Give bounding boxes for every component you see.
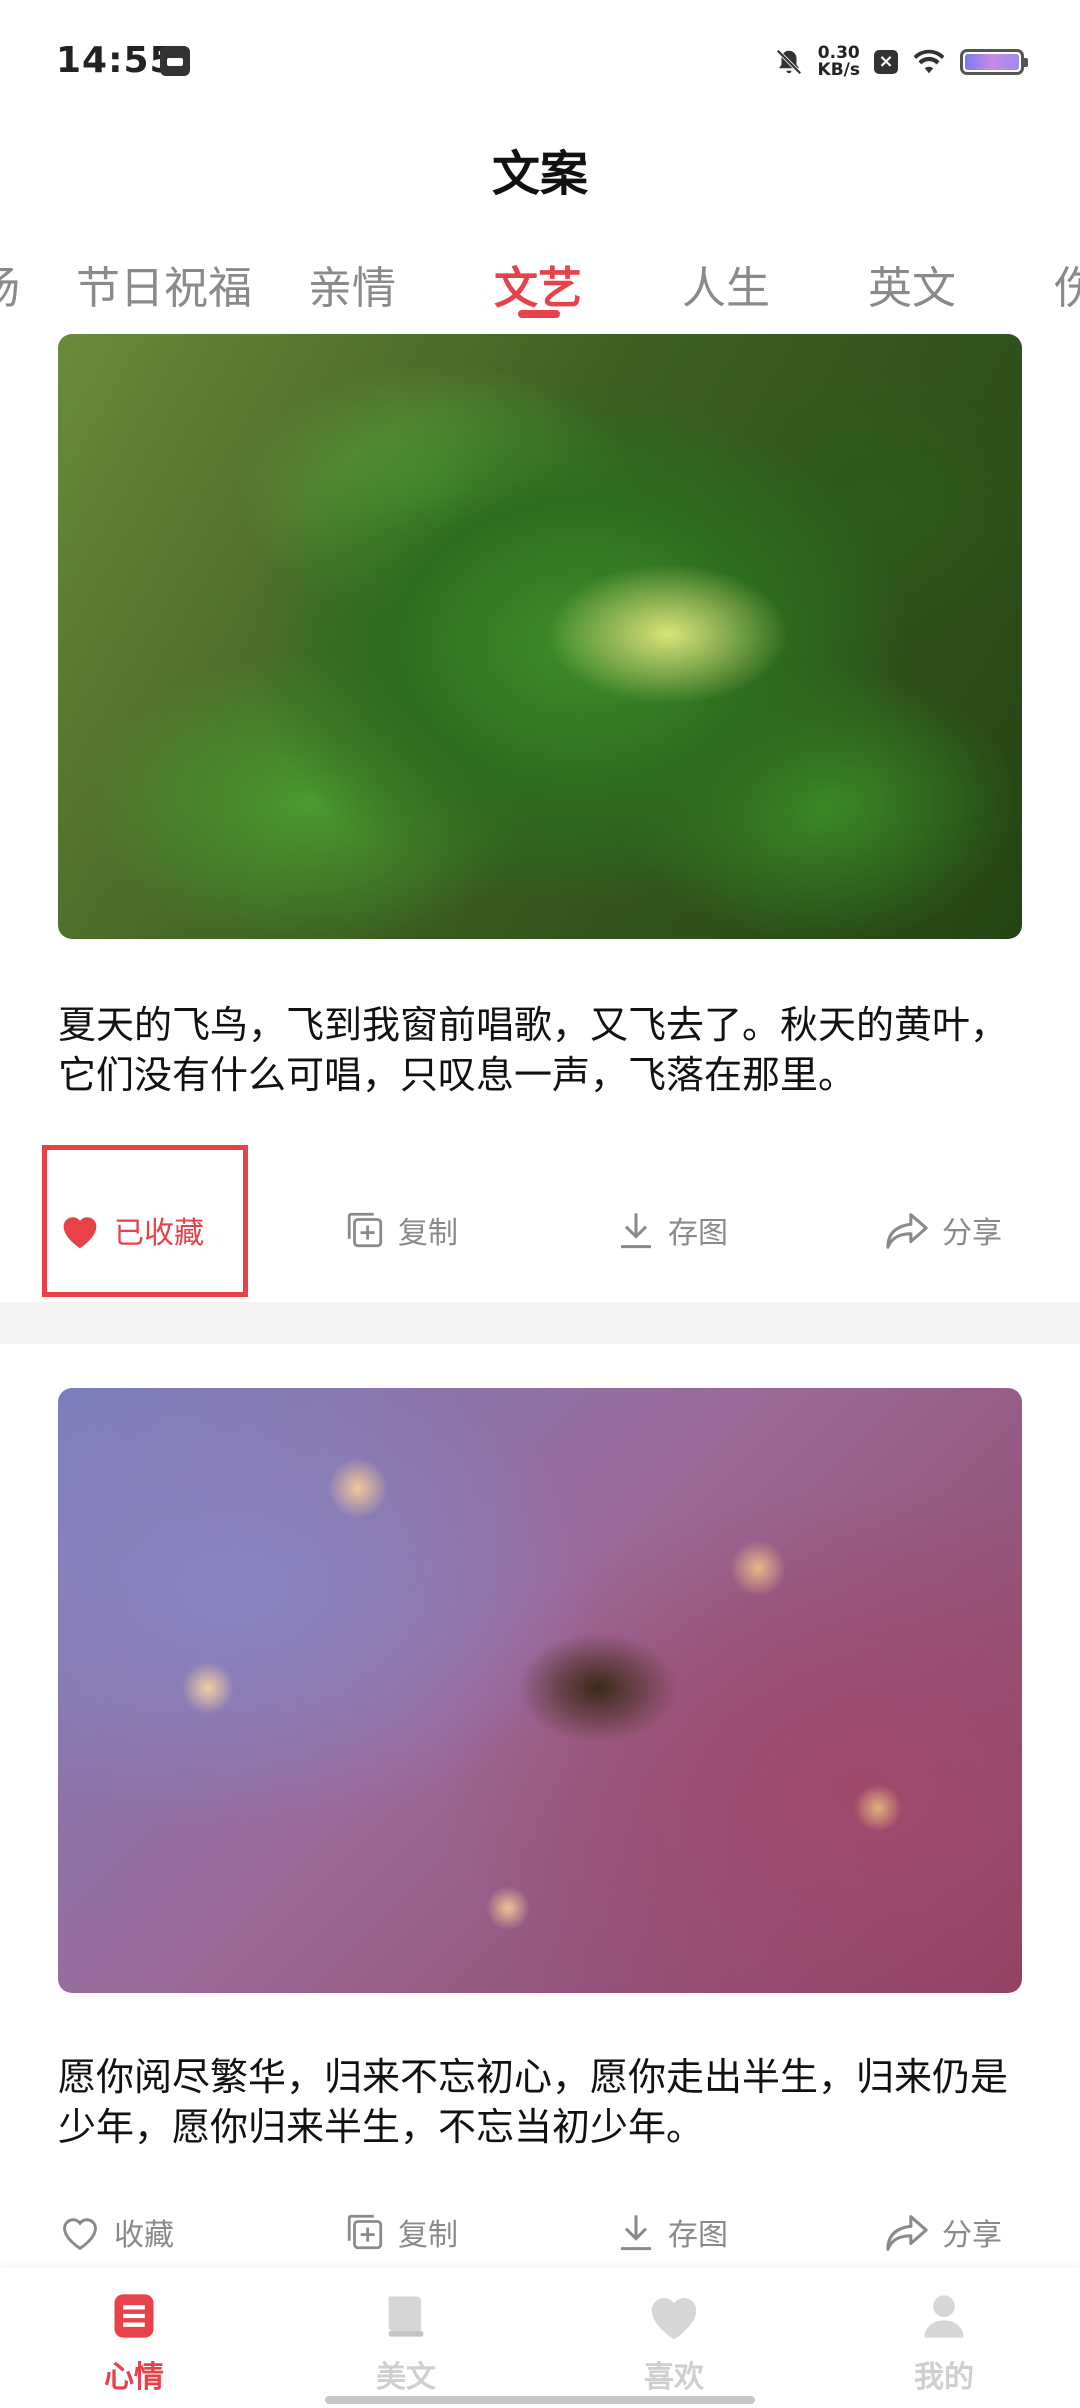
share-button[interactable]: 分享 <box>884 1208 1002 1252</box>
copy-label: 复制 <box>398 1216 458 1251</box>
book-icon <box>336 2290 476 2346</box>
share-arrow-icon <box>884 1210 930 1250</box>
copy-button[interactable]: 复制 <box>344 2210 458 2254</box>
list-icon <box>64 2290 204 2346</box>
sim-card-icon <box>160 46 190 76</box>
nav-essays[interactable]: 美文 <box>336 2290 476 2396</box>
status-icons: 0.30 KB/s × <box>774 42 1028 82</box>
page-title: 文案 <box>491 146 588 202</box>
share-label: 分享 <box>942 1216 1002 1251</box>
tab-life[interactable]: 人生 <box>682 252 770 316</box>
battery-level <box>965 54 1019 70</box>
share-button[interactable]: 分享 <box>884 2210 1002 2254</box>
favorite-label: 收藏 <box>114 2218 174 2253</box>
nav-label: 美文 <box>376 2360 436 2395</box>
notification-x-icon: × <box>874 50 898 74</box>
heart-filled-icon <box>58 1210 102 1250</box>
category-tabs: 扬 节日祝福 亲情 文艺 人生 英文 伤 <box>0 240 1080 320</box>
status-bar: 14:55 0.30 KB/s × <box>0 0 1080 120</box>
tab-partial-left[interactable]: 扬 <box>0 252 20 316</box>
nav-label: 心情 <box>104 2360 164 2395</box>
battery-icon <box>960 49 1028 75</box>
heart-outline-icon <box>58 2212 102 2252</box>
copy-icon <box>344 1209 386 1251</box>
tab-holiday-wishes[interactable]: 节日祝福 <box>76 252 252 316</box>
favorite-button[interactable]: 已收藏 <box>58 1208 204 1252</box>
nav-profile[interactable]: 我的 <box>874 2290 1014 2396</box>
tab-english[interactable]: 英文 <box>868 252 956 316</box>
tab-family[interactable]: 亲情 <box>308 252 396 316</box>
copy-button[interactable]: 复制 <box>344 1208 458 1252</box>
home-indicator[interactable] <box>325 2396 755 2404</box>
nav-label: 喜欢 <box>644 2360 704 2395</box>
favorite-label: 已收藏 <box>114 1216 204 1251</box>
card-quote-text: 愿你阅尽繁华，归来不忘初心，愿你走出半生，归来仍是少年，愿你归来半生，不忘当初少… <box>58 2055 1009 2149</box>
save-image-button[interactable]: 存图 <box>616 2210 728 2254</box>
tab-literary[interactable]: 文艺 <box>494 252 582 316</box>
card-image-nettle-plant[interactable] <box>58 334 1022 939</box>
person-icon <box>874 2290 1014 2346</box>
save-image-button[interactable]: 存图 <box>616 1208 728 1252</box>
card-image-bee-flowers[interactable] <box>58 1388 1022 1993</box>
download-icon <box>616 2211 656 2253</box>
save-image-label: 存图 <box>668 2218 728 2253</box>
save-image-label: 存图 <box>668 1216 728 1251</box>
download-icon <box>616 1209 656 1251</box>
network-speed-unit: KB/s <box>817 60 860 80</box>
bottom-navigation: 心情 美文 喜欢 我的 <box>0 2268 1080 2408</box>
active-tab-indicator <box>518 310 560 318</box>
copy-icon <box>344 2211 386 2253</box>
tab-partial-right[interactable]: 伤 <box>1054 252 1080 316</box>
card-divider <box>0 1302 1080 1344</box>
copy-label: 复制 <box>398 2218 458 2253</box>
heart-icon <box>604 2290 744 2346</box>
nav-label: 我的 <box>914 2360 974 2395</box>
nav-likes[interactable]: 喜欢 <box>604 2290 744 2396</box>
share-arrow-icon <box>884 2212 930 2252</box>
status-time: 14:55 <box>56 40 176 81</box>
card-quote-text: 夏天的飞鸟，飞到我窗前唱歌，又飞去了。秋天的黄叶，它们没有什么可唱，只叹息一声，… <box>58 1003 1009 1097</box>
share-label: 分享 <box>942 2218 1002 2253</box>
wifi-icon <box>912 48 946 76</box>
network-speed: 0.30 KB/s <box>818 45 860 79</box>
mute-bell-icon <box>774 47 804 77</box>
favorite-button[interactable]: 收藏 <box>58 2210 174 2254</box>
nav-mood[interactable]: 心情 <box>64 2290 204 2396</box>
